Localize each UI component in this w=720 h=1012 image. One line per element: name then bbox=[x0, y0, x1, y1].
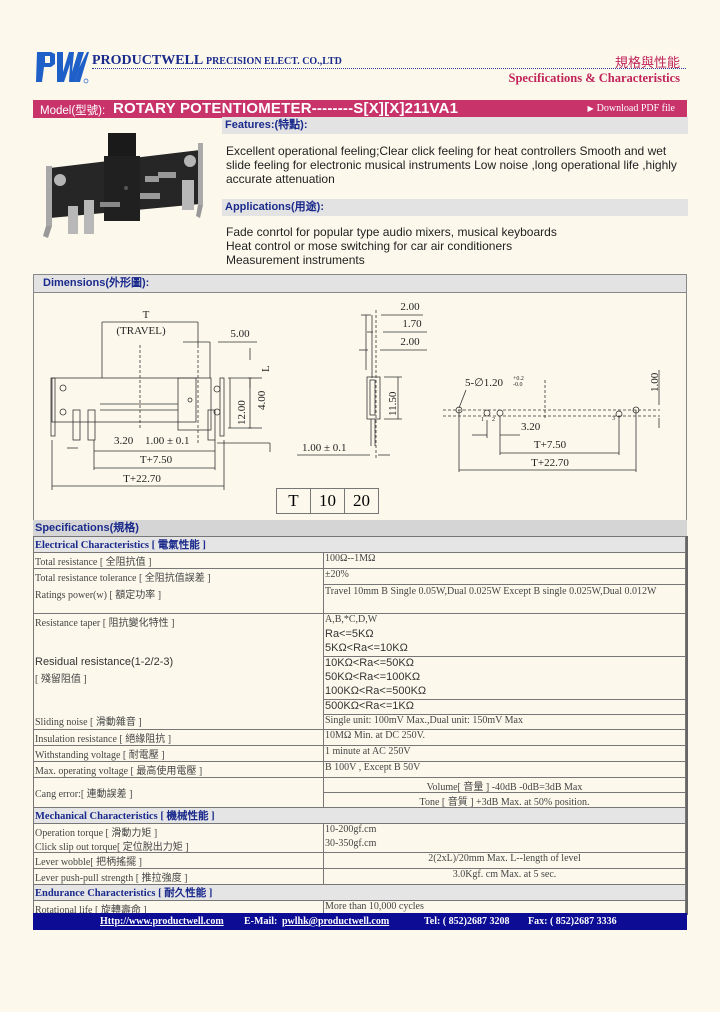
email-label: E-Mail: bbox=[244, 916, 278, 927]
company-name: PRODUCTWELL PRECISION ELECT. CO.,LTD bbox=[92, 53, 342, 68]
table-row: Insulation resistance [ 絕緣阻抗 ] 10MΩ Min.… bbox=[33, 728, 686, 746]
footer-bar: Http://www.productwell.com E-Mail: pwlhk… bbox=[33, 913, 687, 930]
page-title-en: Specifications & Characteristics bbox=[508, 71, 681, 85]
table-row: Lever push-pull strength [ 推拉強度 ] 3.0Kgf… bbox=[33, 867, 686, 885]
play-arrow-icon: ▶ bbox=[587, 104, 594, 113]
endurance-heading: Endurance Characteristics [ 耐久性能 ] bbox=[33, 883, 686, 901]
table-row: Operation torque [ 滑動力矩 ] Click slip out… bbox=[33, 822, 686, 853]
features-text: Excellent operational feeling;Clear clic… bbox=[226, 144, 677, 186]
electrical-heading: Electrical Characteristics [ 電氣性能 ] bbox=[33, 536, 686, 553]
travel-table: T 10 20 bbox=[276, 488, 379, 514]
dimensions-panel: Dimensions(外形圖): bbox=[33, 274, 687, 522]
table-row: Resistance taper [ 阻抗變化特性 ] A,B,*C,D,W R… bbox=[33, 612, 686, 657]
table-row: Max. operating voltage [ 最高使用電壓 ] B 100V… bbox=[33, 760, 686, 778]
specifications-heading: Specifications(規格) bbox=[33, 520, 687, 536]
model-name: ROTARY POTENTIOMETER--------S[X][X]211VA… bbox=[113, 100, 459, 117]
model-bar: Model(型號): ROTARY POTENTIOMETER--------S… bbox=[33, 100, 687, 118]
table-row: Lever wobble[ 把柄搖擺 ] 2(2xL)/20mm Max. L-… bbox=[33, 851, 686, 869]
tel-number: Tel: ( 852)2687 3208 bbox=[424, 916, 510, 927]
table-row: Withstanding voltage [ 耐電壓 ] 1 minute at… bbox=[33, 744, 686, 762]
download-pdf-link[interactable]: ▶ Download PDF file bbox=[588, 103, 676, 114]
features-heading: Features:(特點): bbox=[222, 117, 688, 134]
applications-heading: Applications(用途): bbox=[222, 199, 688, 216]
spec-table: Electrical Characteristics [ 電氣性能 ] Tota… bbox=[33, 536, 686, 917]
travel-table-cell: T bbox=[276, 488, 311, 514]
travel-table-cell: 20 bbox=[344, 488, 379, 514]
page-title-cn: 規格與性能 bbox=[614, 56, 680, 71]
website-link[interactable]: Http://www.productwell.com bbox=[100, 913, 224, 930]
dimensions-heading: Dimensions(外形圖): bbox=[34, 275, 686, 293]
table-row: Sliding noise [ 滑動雜音 ] 500KΩ<Ra<=1KΩ Sin… bbox=[33, 698, 686, 730]
model-label: Model(型號): bbox=[40, 105, 106, 117]
product-photo bbox=[43, 133, 203, 238]
fax-number: Fax: ( 852)2687 3336 bbox=[528, 916, 617, 927]
mechanical-heading: Mechanical Characteristics [ 機械性能 ] bbox=[33, 806, 686, 824]
applications-list: Fade conrtol for popular type audio mixe… bbox=[226, 225, 686, 267]
table-row: Cang error:[ 連動誤差 ] Volume[ 音量 ] -40dB -… bbox=[33, 776, 686, 808]
table-row: Residual resistance(1-2/2-3) [ 殘留阻值 ] 10… bbox=[33, 655, 686, 700]
table-row: Total resistance tolerance [ 全阻抗值誤差 ] ±2… bbox=[33, 568, 686, 585]
application-item: Measurement instruments bbox=[226, 253, 365, 267]
table-row: Total resistance [ 全阻抗值 ] 100Ω--1MΩ bbox=[33, 552, 686, 569]
email-link[interactable]: pwlhk@productwell.com bbox=[282, 913, 389, 930]
application-item: Heat control or mose switching for car a… bbox=[226, 239, 513, 253]
table-row: Ratings power(w) [ 額定功率 ] Travel 10mm B … bbox=[33, 583, 686, 614]
header-divider bbox=[92, 68, 686, 69]
travel-table-cell: 10 bbox=[310, 488, 345, 514]
application-item: Fade conrtol for popular type audio mixe… bbox=[226, 225, 557, 239]
company-logo bbox=[36, 52, 89, 84]
